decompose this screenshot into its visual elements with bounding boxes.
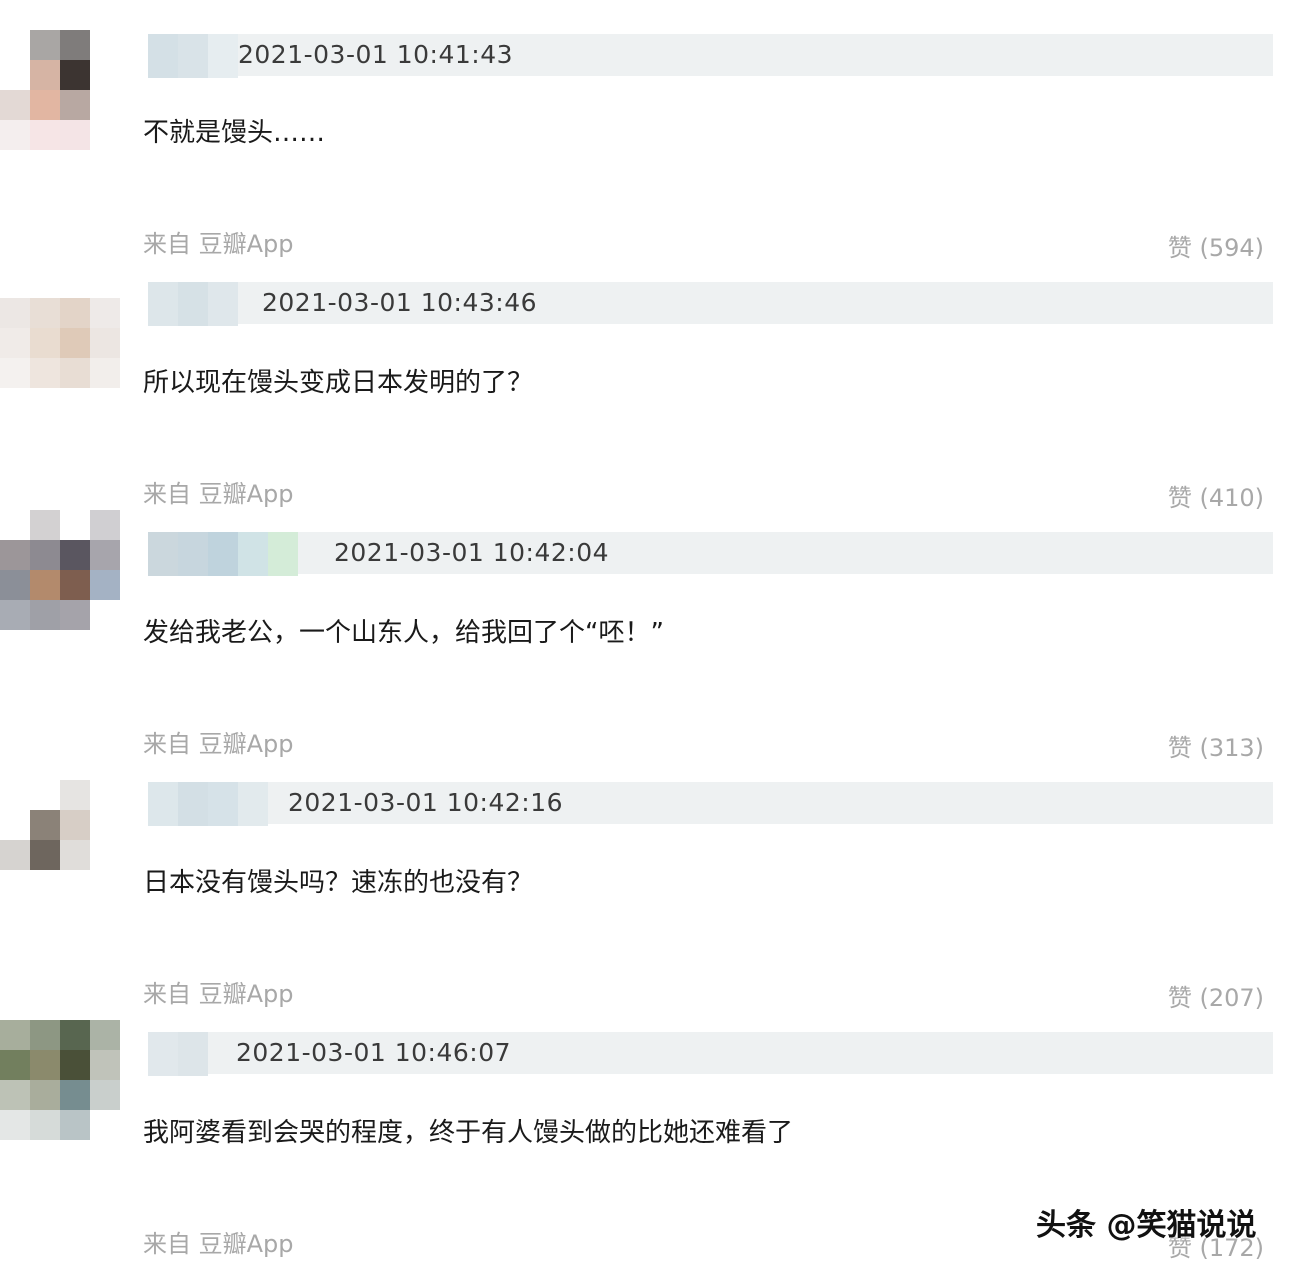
comment-source: 来自 豆瓣App xyxy=(143,230,294,258)
avatar[interactable] xyxy=(0,780,120,900)
comment-header: 2021-03-01 10:42:16 xyxy=(148,782,1273,826)
comment-text: 日本没有馒头吗？速冻的也没有？ xyxy=(143,868,534,898)
username-blurred[interactable] xyxy=(148,282,238,326)
username-blurred[interactable] xyxy=(148,532,298,576)
comment-text: 发给我老公，一个山东人，给我回了个“呸！” xyxy=(143,618,664,648)
avatar[interactable] xyxy=(0,268,120,388)
comment-item: 2021-03-01 10:42:04 发给我老公，一个山东人，给我回了个“呸！… xyxy=(0,510,1306,763)
comment-text: 我阿婆看到会哭的程度，终于有人馒头做的比她还难看了 xyxy=(143,1118,794,1148)
avatar[interactable] xyxy=(0,1020,120,1140)
comment-header: 2021-03-01 10:42:04 xyxy=(148,532,1273,576)
comment-item: 2021-03-01 10:42:16 日本没有馒头吗？速冻的也没有？ 来自 豆… xyxy=(0,780,1306,1030)
like-button[interactable]: 赞 (410) xyxy=(1168,478,1264,513)
comment-source: 来自 豆瓣App xyxy=(143,980,294,1008)
comment-timestamp: 2021-03-01 10:41:43 xyxy=(238,40,514,69)
username-blurred[interactable] xyxy=(148,34,238,78)
watermark: 头条 @笑猫说说 xyxy=(1036,1208,1257,1243)
username-blurred[interactable] xyxy=(148,782,268,826)
comment-text: 所以现在馒头变成日本发明的了？ xyxy=(143,368,534,398)
like-button[interactable]: 赞 (313) xyxy=(1168,728,1264,763)
comment-timestamp: 2021-03-01 10:42:04 xyxy=(334,538,610,567)
comment-header: 2021-03-01 10:41:43 xyxy=(148,34,1273,78)
comment-timestamp: 2021-03-01 10:46:07 xyxy=(236,1038,512,1067)
comment-text: 不就是馒头…… xyxy=(143,118,326,148)
comment-header: 2021-03-01 10:43:46 xyxy=(148,282,1273,326)
avatar[interactable] xyxy=(0,30,120,150)
comment-header: 2021-03-01 10:46:07 xyxy=(148,1032,1273,1076)
comment-item: 2021-03-01 10:43:46 所以现在馒头变成日本发明的了？ 来自 豆… xyxy=(0,268,1306,518)
comment-item: 2021-03-01 10:41:43 不就是馒头…… 来自 豆瓣App 赞 (… xyxy=(0,30,1306,280)
comment-timestamp: 2021-03-01 10:42:16 xyxy=(288,788,564,817)
username-blurred[interactable] xyxy=(148,1032,208,1076)
comment-source: 来自 豆瓣App xyxy=(143,480,294,508)
comment-source: 来自 豆瓣App xyxy=(143,730,294,758)
like-button[interactable]: 赞 (594) xyxy=(1168,228,1264,263)
comment-source: 来自 豆瓣App xyxy=(143,1230,294,1258)
like-button[interactable]: 赞 (207) xyxy=(1168,978,1264,1013)
comment-timestamp: 2021-03-01 10:43:46 xyxy=(262,288,538,317)
avatar[interactable] xyxy=(0,510,120,630)
